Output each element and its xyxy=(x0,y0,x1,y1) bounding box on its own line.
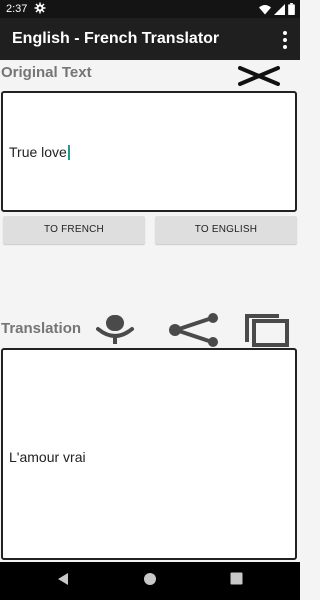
signal-icon xyxy=(274,3,285,15)
back-icon[interactable] xyxy=(57,572,69,586)
recents-icon[interactable] xyxy=(230,572,243,585)
status-time: 2:37 xyxy=(6,3,28,15)
original-text-value-wrap: True love xyxy=(9,144,70,160)
translation-output[interactable]: L'amour vrai xyxy=(1,348,297,560)
translation-label: Translation xyxy=(1,320,82,337)
original-text-value: True love xyxy=(9,144,67,160)
microphone-icon[interactable] xyxy=(94,313,136,345)
status-bar: 2:37 xyxy=(0,0,300,18)
translation-value: L'amour vrai xyxy=(9,449,86,465)
original-text-label: Original Text xyxy=(1,64,92,81)
text-cursor xyxy=(67,145,70,160)
app-bar: English - French Translator xyxy=(0,18,300,60)
original-text-input[interactable]: True love xyxy=(1,91,297,212)
to-english-button[interactable]: TO ENGLISH xyxy=(155,216,297,244)
copy-icon[interactable] xyxy=(243,312,291,348)
overflow-menu-icon[interactable] xyxy=(280,30,290,50)
wifi-icon xyxy=(259,4,271,14)
clear-icon[interactable] xyxy=(236,64,282,88)
app-title: English - French Translator xyxy=(12,30,220,47)
share-icon[interactable] xyxy=(166,313,222,347)
home-icon[interactable] xyxy=(143,572,157,586)
navigation-bar xyxy=(0,562,300,600)
status-icons xyxy=(259,3,295,15)
battery-icon xyxy=(288,3,295,15)
settings-gear-icon xyxy=(34,2,46,14)
to-french-button[interactable]: TO FRENCH xyxy=(3,216,145,244)
